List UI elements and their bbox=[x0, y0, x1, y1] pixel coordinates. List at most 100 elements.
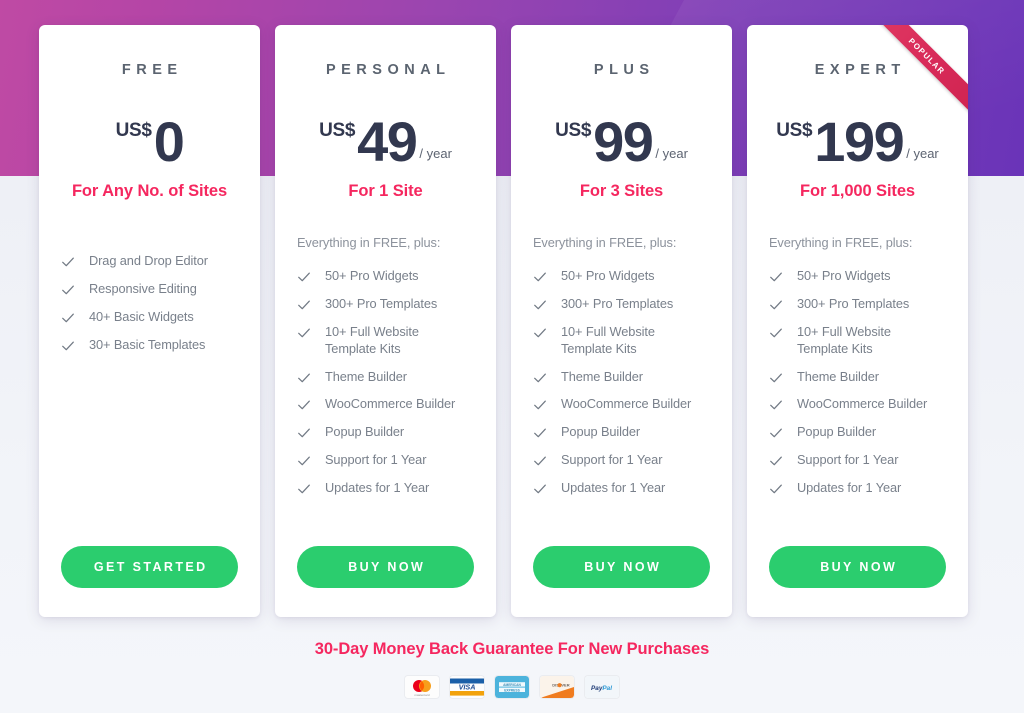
feature-label: 10+ Full Website Template Kits bbox=[797, 323, 891, 356]
svg-text:mastercard: mastercard bbox=[414, 693, 429, 697]
feature-label: WooCommerce Builder bbox=[561, 396, 692, 412]
check-icon bbox=[533, 482, 547, 496]
plan-title-free: FREE bbox=[121, 62, 183, 78]
plan-card-personal: PERSONAL US$ 49/ year For 1 Site Everything … bbox=[275, 25, 496, 617]
feature-label: Updates for 1 Year bbox=[797, 480, 902, 496]
price-amount: 99 bbox=[593, 109, 654, 173]
price-currency: US$ bbox=[115, 120, 152, 141]
check-icon bbox=[533, 298, 547, 312]
check-icon bbox=[769, 398, 783, 412]
feature-item: 50+ Pro Widgets bbox=[533, 268, 710, 285]
check-icon bbox=[297, 482, 311, 496]
visa-icon: VISA bbox=[450, 676, 484, 698]
check-icon bbox=[769, 371, 783, 385]
card-spacer bbox=[61, 365, 238, 546]
feature-item: 300+ Pro Templates bbox=[769, 296, 946, 313]
feature-label: 30+ Basic Templates bbox=[89, 336, 206, 352]
check-icon bbox=[297, 371, 311, 385]
card-spacer bbox=[297, 508, 474, 546]
feature-item: Popup Builder bbox=[297, 424, 474, 441]
feature-item: Updates for 1 Year bbox=[297, 480, 474, 497]
feature-label: Updates for 1 Year bbox=[561, 480, 666, 496]
paypal-icon: PayPal bbox=[585, 676, 619, 698]
feature-label: 50+ Pro Widgets bbox=[561, 268, 655, 283]
svg-text:VISA: VISA bbox=[459, 683, 476, 692]
cta-button-expert[interactable]: BUY NOW bbox=[769, 546, 946, 588]
feature-label: 300+ Pro Templates bbox=[325, 295, 438, 311]
payment-methods-row: mastercard VISA AMERICAN EXPRESS DISC VER PayP… bbox=[0, 676, 1024, 698]
price-currency: US$ bbox=[319, 120, 356, 141]
plan-card-expert: POPULAR EXPERT US$ 199/ year For 1,000 Sites… bbox=[747, 25, 968, 617]
feature-item: Theme Builder bbox=[533, 369, 710, 386]
plan-price-expert: US$ 199/ year bbox=[769, 100, 946, 173]
plan-card-plus: PLUS US$ 99/ year For 3 Sites Everything in … bbox=[511, 25, 732, 617]
plan-subtitle-personal: For 1 Site bbox=[348, 182, 423, 200]
feature-item: 10+ Full Website Template Kits bbox=[297, 324, 474, 358]
discover-icon: DISC VER bbox=[540, 676, 574, 698]
feature-item: Responsive Editing bbox=[61, 281, 238, 298]
check-icon bbox=[533, 398, 547, 412]
feature-item: 40+ Basic Widgets bbox=[61, 309, 238, 326]
plan-upgrade-note: Everything in FREE, plus: bbox=[769, 235, 913, 250]
feature-item: Theme Builder bbox=[297, 369, 474, 386]
feature-label: Support for 1 Year bbox=[797, 452, 899, 468]
check-icon bbox=[769, 270, 783, 284]
plan-upgrade-note: Everything in FREE, plus: bbox=[297, 235, 441, 250]
plan-upgrade-note: Everything in FREE, plus: bbox=[533, 235, 677, 250]
price-currency: US$ bbox=[555, 120, 592, 141]
feature-label: Responsive Editing bbox=[89, 280, 197, 296]
feature-item: Support for 1 Year bbox=[533, 452, 710, 469]
feature-item: Popup Builder bbox=[769, 424, 946, 441]
feature-label: Popup Builder bbox=[797, 424, 877, 440]
feature-list-plus: 50+ Pro Widgets 300+ Pro Templates 10+ Ful… bbox=[533, 268, 710, 508]
feature-label: 50+ Pro Widgets bbox=[325, 268, 419, 283]
check-icon bbox=[297, 326, 311, 340]
cta-button-personal[interactable]: BUY NOW bbox=[297, 546, 474, 588]
feature-item: 10+ Full Website Template Kits bbox=[533, 324, 710, 358]
feature-label: Popup Builder bbox=[325, 424, 405, 440]
feature-list-free: Drag and Drop Editor Responsive Editing 40… bbox=[61, 253, 238, 365]
feature-label: Updates for 1 Year bbox=[325, 480, 430, 496]
plan-card-free: FREE US$ 0 For Any No. of Sites Drag and Dro… bbox=[39, 25, 260, 617]
money-back-guarantee-text: 30-Day Money Back Guarantee For New Purc… bbox=[314, 640, 710, 658]
price-period: / year bbox=[655, 146, 688, 161]
plan-subtitle-free: For Any No. of Sites bbox=[71, 182, 228, 200]
feature-item: 50+ Pro Widgets bbox=[769, 268, 946, 285]
feature-item: 10+ Full Website Template Kits bbox=[769, 324, 946, 358]
feature-item: Theme Builder bbox=[769, 369, 946, 386]
price-amount: 199 bbox=[814, 109, 904, 173]
check-icon bbox=[533, 371, 547, 385]
check-icon bbox=[769, 326, 783, 340]
plan-subtitle-expert: For 1,000 Sites bbox=[800, 182, 915, 200]
guarantee-section: 30-Day Money Back Guarantee For New Purc… bbox=[0, 640, 1024, 698]
check-icon bbox=[533, 454, 547, 468]
cta-button-plus[interactable]: BUY NOW bbox=[533, 546, 710, 588]
feature-label: Theme Builder bbox=[797, 368, 879, 384]
feature-label: 10+ Full Website Template Kits bbox=[561, 323, 655, 356]
svg-text:EXPRESS: EXPRESS bbox=[504, 688, 520, 692]
check-icon bbox=[533, 326, 547, 340]
plan-price-free: US$ 0 bbox=[61, 100, 238, 169]
feature-label: Popup Builder bbox=[561, 424, 641, 440]
check-icon bbox=[769, 482, 783, 496]
feature-label: 50+ Pro Widgets bbox=[797, 268, 891, 283]
price-currency: US$ bbox=[776, 120, 813, 141]
check-icon bbox=[297, 298, 311, 312]
feature-list-expert: 50+ Pro Widgets 300+ Pro Templates 10+ Ful… bbox=[769, 268, 946, 508]
plan-title-expert: EXPERT bbox=[814, 62, 906, 78]
feature-label: Theme Builder bbox=[325, 368, 407, 384]
cta-button-free[interactable]: GET STARTED bbox=[61, 546, 238, 588]
feature-label: Theme Builder bbox=[561, 368, 643, 384]
check-icon bbox=[769, 426, 783, 440]
feature-item: Updates for 1 Year bbox=[769, 480, 946, 497]
svg-text:VER: VER bbox=[561, 683, 569, 688]
feature-label: 300+ Pro Templates bbox=[797, 295, 910, 311]
card-spacer bbox=[533, 508, 710, 546]
check-icon bbox=[533, 270, 547, 284]
feature-item: WooCommerce Builder bbox=[297, 396, 474, 413]
feature-item: Support for 1 Year bbox=[297, 452, 474, 469]
check-icon bbox=[533, 426, 547, 440]
plan-price-plus: US$ 99/ year bbox=[533, 100, 710, 173]
feature-item: Drag and Drop Editor bbox=[61, 253, 238, 270]
feature-label: Drag and Drop Editor bbox=[89, 253, 208, 268]
